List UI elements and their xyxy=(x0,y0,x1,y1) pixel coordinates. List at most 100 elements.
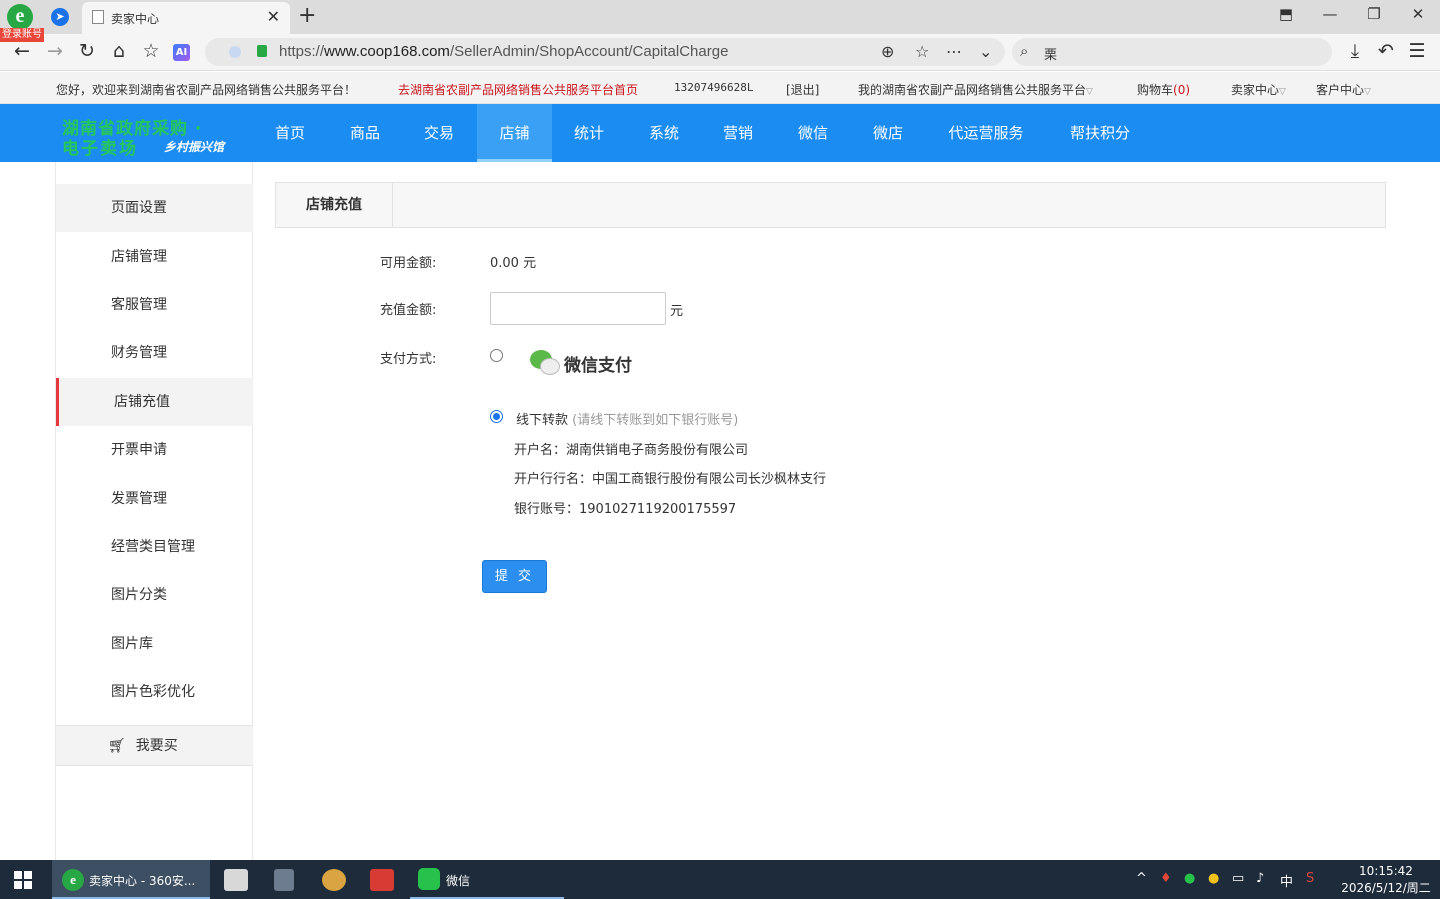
chevron-down-icon: ▽ xyxy=(1364,87,1371,97)
taskbar-wps-icon[interactable] xyxy=(370,869,394,891)
charge-amount-label: 充值金额: xyxy=(380,303,437,318)
clock-time: 10:15:42 xyxy=(1359,864,1413,878)
wechat-pay-option[interactable]: 微信支付 xyxy=(528,347,648,379)
wechat-pay-radio[interactable] xyxy=(490,349,503,362)
ime-indicator[interactable]: 中 xyxy=(1280,871,1293,890)
windows-taskbar: e 卖家中心 - 360安... 微信 ^ ♦ ● ● ▭ ♪ 中 S 10:1… xyxy=(0,860,1440,899)
cart-icon: 🛒︎ xyxy=(108,738,126,754)
logout-link[interactable]: [退出] xyxy=(786,81,819,98)
tray-360-icon[interactable]: ● xyxy=(1208,871,1219,886)
clock-date: 2026/5/12/周二 xyxy=(1341,881,1431,895)
new-tab-button[interactable]: + xyxy=(298,3,316,28)
offline-transfer-option[interactable]: 线下转款 (请线下转账到如下银行账号) xyxy=(516,409,738,428)
taskbar-wechat-window[interactable]: 微信 xyxy=(410,860,564,899)
nav-wechat[interactable]: 微信 xyxy=(783,104,843,162)
nav-products[interactable]: 商品 xyxy=(335,104,395,162)
login-account-badge[interactable]: 登录账号 xyxy=(0,28,44,42)
sidebar-item-shop-management[interactable]: 店铺管理 xyxy=(56,233,253,281)
taskbar-browser-window[interactable]: e 卖家中心 - 360安... xyxy=(52,860,210,899)
submit-button[interactable]: 提 交 xyxy=(482,560,547,593)
taskbar-calculator-icon[interactable] xyxy=(274,869,294,891)
seller-center-dropdown[interactable]: 卖家中心▽ xyxy=(1231,81,1286,98)
forward-arrow-icon[interactable]: → xyxy=(43,40,67,62)
nav-marketing[interactable]: 营销 xyxy=(708,104,768,162)
browser-tab[interactable]: 卖家中心 ✕ xyxy=(82,2,290,34)
window-pin-icon[interactable]: ⬒ xyxy=(1276,5,1296,23)
nav-micro-shop[interactable]: 微店 xyxy=(858,104,918,162)
nav-statistics[interactable]: 统计 xyxy=(559,104,619,162)
tray-expand-icon[interactable]: ^ xyxy=(1136,871,1147,886)
site-logo[interactable]: 湖南省政府采购 · 电子卖场 乡村振兴馆 xyxy=(62,114,252,159)
browser-tab-bar: e 登录账号 ➤ 卖家中心 ✕ + ⬒ — ❐ ✕ xyxy=(0,0,1440,42)
nav-shop[interactable]: 店铺 xyxy=(477,104,552,162)
taskbar-paint-icon[interactable] xyxy=(322,869,346,891)
volume-icon[interactable]: ♪ xyxy=(1256,871,1264,886)
browser-search-field[interactable]: ⌕ 栗 xyxy=(1012,38,1332,66)
browser-logo-icon[interactable]: e xyxy=(7,4,33,30)
bookmark-star-icon[interactable]: ☆ xyxy=(915,42,929,61)
sidebar: 页面设置 店铺管理 客服管理 财务管理 店铺充值 开票申请 发票管理 经营类目管… xyxy=(55,162,253,860)
sidebar-item-image-library[interactable]: 图片库 xyxy=(56,620,253,668)
chevron-down-icon: ▽ xyxy=(1279,87,1286,97)
more-icon[interactable]: ⋯ xyxy=(946,42,962,61)
tab-close-icon[interactable]: ✕ xyxy=(267,7,280,26)
system-clock[interactable]: 10:15:42 2026/5/12/周二 xyxy=(1336,863,1436,897)
sidebar-item-page-settings[interactable]: 页面设置 xyxy=(56,184,253,232)
available-amount-label: 可用金额: xyxy=(380,256,437,271)
nav-points[interactable]: 帮扶积分 xyxy=(1060,104,1140,162)
search-query[interactable]: 栗 xyxy=(1044,44,1057,63)
my-platform-dropdown[interactable]: 我的湖南省农副产品网络销售公共服务平台▽ xyxy=(858,81,1093,98)
windows-start-icon[interactable] xyxy=(14,871,32,889)
nav-operation-service[interactable]: 代运营服务 xyxy=(938,104,1034,162)
payment-method-label: 支付方式: xyxy=(380,352,437,367)
window-close-button[interactable]: ✕ xyxy=(1408,5,1428,23)
cart-count: (0) xyxy=(1173,83,1191,97)
sidebar-item-shop-recharge[interactable]: 店铺充值 xyxy=(56,378,253,426)
paper-plane-icon[interactable]: ➤ xyxy=(51,8,69,26)
tray-sogou-icon[interactable]: S xyxy=(1306,871,1314,886)
back-arrow-icon[interactable]: ← xyxy=(10,40,34,62)
network-icon[interactable]: ▭ xyxy=(1232,871,1244,886)
search-icon: ⌕ xyxy=(1020,42,1029,60)
nav-trade[interactable]: 交易 xyxy=(409,104,469,162)
home-icon[interactable]: ⌂ xyxy=(107,40,131,62)
ai-assistant-icon[interactable]: AI xyxy=(173,44,190,61)
menu-icon[interactable]: ☰ xyxy=(1405,40,1429,62)
sidebar-item-image-category[interactable]: 图片分类 xyxy=(56,571,253,619)
taskbar-computer-icon[interactable] xyxy=(224,869,248,891)
account-name[interactable]: 13207496628L xyxy=(674,81,753,94)
customer-center-dropdown[interactable]: 客户中心▽ xyxy=(1316,81,1371,98)
sidebar-item-invoice-request[interactable]: 开票申请 xyxy=(56,426,253,474)
sidebar-item-customer-service[interactable]: 客服管理 xyxy=(56,281,253,329)
cart-link[interactable]: 购物车(0) xyxy=(1137,81,1190,98)
charge-unit: 元 xyxy=(670,304,684,319)
url-field[interactable]: https://www.coop168.com/SellerAdmin/Shop… xyxy=(205,38,1005,66)
zoom-icon[interactable]: ⊕ xyxy=(881,42,894,61)
url-text[interactable]: https://www.coop168.com/SellerAdmin/Shop… xyxy=(279,43,728,60)
sidebar-item-invoice-management[interactable]: 发票管理 xyxy=(56,475,253,523)
undo-icon[interactable]: ↶ xyxy=(1374,40,1398,62)
sidebar-item-category-management[interactable]: 经营类目管理 xyxy=(56,523,253,571)
offline-transfer-radio[interactable] xyxy=(490,410,503,423)
chevron-down-icon[interactable]: ⌄ xyxy=(979,42,992,61)
tab-shop-recharge[interactable]: 店铺充值 xyxy=(276,183,393,227)
window-minimize-button[interactable]: — xyxy=(1320,5,1340,23)
sidebar-item-image-color[interactable]: 图片色彩优化 xyxy=(56,668,253,716)
browser-tab-title: 卖家中心 xyxy=(111,12,160,26)
download-icon[interactable]: ⤓ xyxy=(1343,40,1367,62)
tray-wechat-icon[interactable]: ● xyxy=(1184,871,1195,886)
account-name-text: 开户名：湖南供销电子商务股份有限公司 xyxy=(514,443,749,458)
nav-system[interactable]: 系统 xyxy=(634,104,694,162)
bank-account-text: 银行账号：1901027119200175597 xyxy=(514,502,737,517)
wechat-icon xyxy=(540,358,560,375)
sidebar-item-finance[interactable]: 财务管理 xyxy=(56,329,253,377)
favorites-icon[interactable]: ☆ xyxy=(139,40,163,62)
offline-transfer-hint: (请线下转账到如下银行账号) xyxy=(572,413,739,428)
nav-home[interactable]: 首页 xyxy=(260,104,320,162)
window-restore-button[interactable]: ❐ xyxy=(1364,5,1384,23)
tray-app-icon[interactable]: ♦ xyxy=(1160,871,1172,886)
want-to-buy-button[interactable]: 🛒︎ 我要买 xyxy=(56,725,253,766)
platform-home-link[interactable]: 去湖南省农副产品网络销售公共服务平台首页 xyxy=(398,81,638,98)
reload-icon[interactable]: ↻ xyxy=(75,40,99,62)
charge-amount-input[interactable] xyxy=(490,292,666,325)
